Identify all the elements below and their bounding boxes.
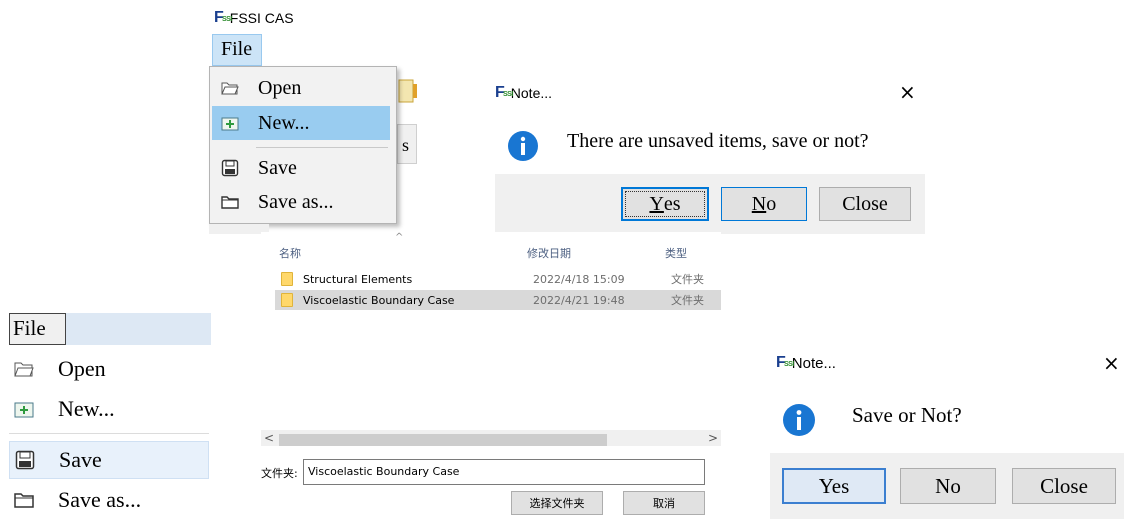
sort-arrow-icon: ^: [395, 232, 404, 243]
menu-item-label: Save: [258, 156, 297, 179]
menu-item-new[interactable]: New...: [9, 390, 209, 428]
menu-item-save[interactable]: Save: [212, 151, 390, 185]
folder-field-label: 文件夹:: [261, 467, 298, 480]
close-button[interactable]: Close: [819, 187, 911, 221]
column-header-date[interactable]: 修改日期: [527, 245, 571, 261]
info-icon: [507, 130, 539, 167]
menu-item-save-as[interactable]: Save as...: [212, 185, 390, 219]
file-menu-button[interactable]: File: [9, 313, 66, 345]
app-title: FSSI CAS: [229, 10, 294, 26]
file-dropdown-menu: Open New... Save Save as...: [209, 66, 397, 224]
menu-background-strip: [209, 224, 269, 234]
save-note-dialog: F SSI Note... × Save or Not? Yes No Close: [770, 345, 1124, 519]
folder-open-icon: [216, 80, 244, 96]
dialog-message: There are unsaved items, save or not?: [567, 130, 869, 152]
folder-open-icon: [12, 360, 36, 378]
dialog-title: Note...: [791, 354, 836, 372]
menu-item-new[interactable]: New...: [212, 106, 390, 140]
folder-browser: 名称 ^ 修改日期 类型 Structural Elements 2022/4/…: [261, 232, 721, 519]
app-logo-icon: F SSI: [776, 354, 794, 371]
file-dropdown-menu: Open New... Save Save as...: [0, 345, 211, 519]
column-header-type[interactable]: 类型: [665, 245, 687, 261]
menu-item-save[interactable]: Save: [9, 441, 209, 479]
scroll-right-icon[interactable]: >: [708, 431, 718, 445]
app-logo-icon: F SSI: [214, 9, 232, 26]
folder-icon: [281, 293, 293, 307]
dialog-button-bar: Yes No Close: [495, 174, 925, 234]
column-header-row: 名称 ^ 修改日期 类型: [261, 232, 721, 260]
yes-button[interactable]: Yes: [621, 187, 709, 221]
close-button[interactable]: Close: [1012, 468, 1116, 504]
no-button[interactable]: No: [900, 468, 996, 504]
no-button[interactable]: No: [721, 187, 807, 221]
file-menu-button[interactable]: File: [212, 34, 262, 66]
menu-separator: [256, 147, 388, 148]
menu-item-label: Save: [59, 447, 102, 472]
menu-item-open[interactable]: Open: [212, 71, 390, 105]
unsaved-note-dialog: F SSI Note... × There are unsaved items, …: [495, 72, 925, 234]
select-folder-button[interactable]: 选择文件夹: [511, 491, 603, 515]
yes-button[interactable]: Yes: [782, 468, 886, 504]
save-disk-icon: [216, 159, 244, 177]
folder-name-input[interactable]: Viscoelastic Boundary Case: [303, 459, 705, 485]
app-logo-icon: F SSI: [495, 84, 513, 101]
scroll-left-icon[interactable]: <: [264, 431, 274, 445]
new-document-icon: [216, 115, 244, 131]
save-disk-icon: [13, 450, 37, 470]
app-title-bar: F SSI FSSI CAS: [214, 9, 294, 27]
list-item[interactable]: Structural Elements 2022/4/18 15:09 文件夹: [275, 269, 721, 289]
folder-icon: [281, 272, 293, 286]
menu-item-label: Open: [58, 356, 106, 381]
toolbar-icon-partial: [397, 72, 419, 112]
menu-item-label: New...: [258, 111, 310, 134]
scrollbar-thumb[interactable]: [279, 434, 607, 446]
dialog-message: Save or Not?: [852, 403, 962, 427]
menu-item-label: Open: [258, 76, 302, 99]
cancel-button[interactable]: 取消: [623, 491, 705, 515]
dialog-title: Note...: [510, 85, 553, 101]
dialog-title-bar: F SSI Note...: [495, 84, 552, 102]
save-as-folder-icon: [216, 195, 244, 209]
close-icon[interactable]: ×: [1103, 351, 1120, 375]
new-document-icon: [12, 400, 36, 418]
dialog-button-bar: Yes No Close: [770, 453, 1124, 519]
menu-item-label: Save as...: [258, 190, 334, 213]
menu-item-label: New...: [58, 396, 115, 421]
dialog-title-bar: F SSI Note...: [776, 354, 836, 372]
list-item-selected[interactable]: Viscoelastic Boundary Case 2022/4/21 19:…: [275, 290, 721, 310]
menu-item-save-as[interactable]: Save as...: [9, 481, 209, 519]
menu-separator: [9, 433, 209, 434]
menu-item-label: Save as...: [58, 487, 142, 512]
save-as-folder-icon: [12, 492, 36, 508]
menu-item-open[interactable]: Open: [9, 350, 209, 388]
close-icon[interactable]: ×: [899, 80, 916, 104]
column-header-name[interactable]: 名称: [279, 245, 301, 261]
info-icon: [782, 403, 816, 442]
background-tab-partial: s: [397, 124, 417, 164]
